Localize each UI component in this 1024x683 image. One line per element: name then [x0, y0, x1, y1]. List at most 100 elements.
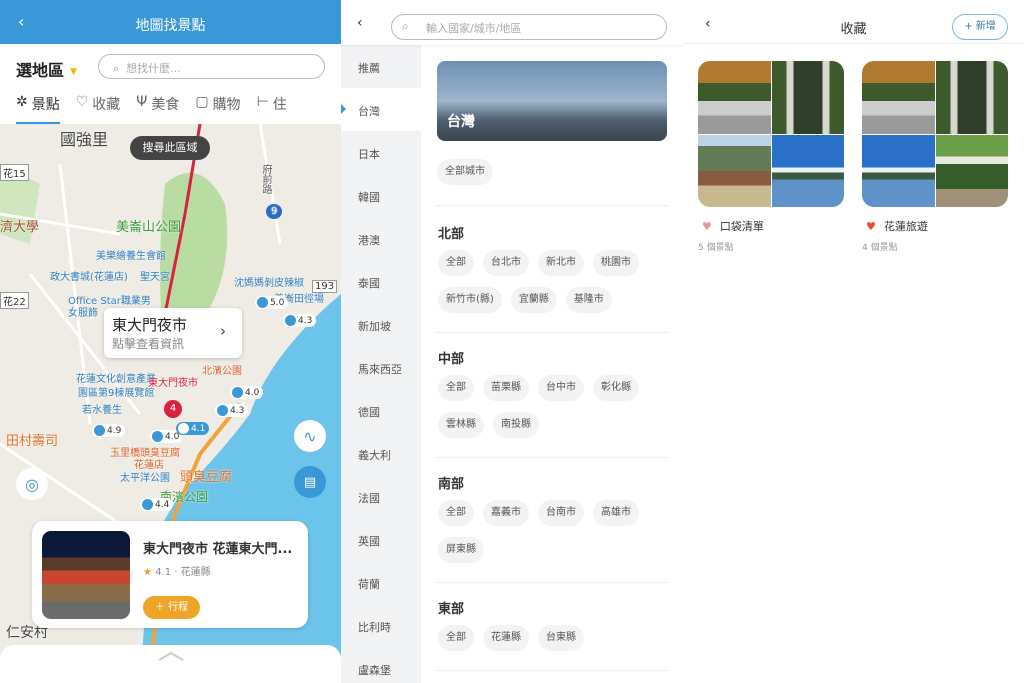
map-label: 政大書城(花蓮店) — [50, 272, 128, 283]
map-label: 北濱公園 — [202, 366, 242, 377]
sidebar-item-country[interactable]: 比利時 — [341, 604, 421, 647]
region-hero-image: 台灣 — [437, 61, 667, 141]
region-chip[interactable]: 全部 — [438, 625, 474, 651]
region-selector[interactable]: 選地區 ▼ — [16, 57, 77, 81]
region-chip[interactable]: 高雄市 — [593, 500, 639, 526]
region-screen: ‹ ⌕ 輸入國家/城市/地區 推薦 台灣 日本 韓國 港澳 泰國 新加坡 馬來西亞 德國 義大利 法國… — [341, 0, 683, 683]
region-chip[interactable]: 基隆市 — [565, 287, 612, 313]
bed-icon: ⊢ — [256, 94, 269, 110]
heart-icon: ♥ — [866, 219, 876, 233]
tab-food[interactable]: Ψ 美食 — [136, 94, 179, 124]
tab-attractions[interactable]: ✲ 景點 — [16, 94, 60, 124]
sidebar-item-country[interactable]: 推薦 — [341, 45, 421, 88]
region-chip[interactable]: 屏東縣 — [438, 537, 484, 563]
region-chip[interactable]: 南投縣 — [493, 412, 539, 438]
place-popup[interactable]: 東大門夜市 點擊查看資訊 › — [104, 308, 242, 358]
rating-marker[interactable]: 4.4 — [140, 498, 174, 511]
new-collection-button[interactable]: + 新增 — [952, 14, 1008, 40]
section-title: 北部 — [438, 227, 465, 242]
rating-marker[interactable]: 4.9 — [92, 424, 126, 437]
locate-icon[interactable]: ◎ — [16, 468, 48, 500]
region-chip[interactable]: 彰化縣 — [593, 375, 639, 401]
region-chip[interactable]: 苗栗縣 — [483, 375, 529, 401]
place-card[interactable]: 東大門夜市 花蓮東大門... ★ 4.1 · 花蓮縣 ＋ 行程 — [32, 521, 308, 628]
sidebar-item-country[interactable]: 德國 — [341, 389, 421, 432]
region-chip[interactable]: 全部 — [438, 250, 474, 276]
region-chip[interactable]: 新北市 — [538, 250, 584, 276]
map-label: 府前路 — [260, 164, 271, 194]
add-to-itinerary-button[interactable]: ＋ 行程 — [143, 596, 200, 619]
sidebar-item-country[interactable]: 馬來西亞 — [341, 346, 421, 389]
tab-lodging[interactable]: ⊢ 住 — [257, 94, 287, 124]
chevron-up-icon[interactable] — [158, 651, 184, 661]
chip-all-cities[interactable]: 全部城市 — [437, 159, 493, 185]
bottom-sheet[interactable] — [0, 645, 341, 683]
tab-shopping[interactable]: ▢ 購物 — [195, 94, 240, 124]
sidebar-item-country[interactable]: 法國 — [341, 475, 421, 518]
region-search-input[interactable]: ⌕ 輸入國家/城市/地區 — [391, 14, 667, 40]
region-chip[interactable]: 花蓮縣 — [483, 625, 529, 651]
region-header: ‹ ⌕ 輸入國家/城市/地區 — [341, 0, 683, 45]
rating-marker[interactable]: 5.0 — [255, 296, 289, 309]
sidebar-item-country[interactable]: 韓國 — [341, 174, 421, 217]
sidebar-item-country[interactable]: 荷蘭 — [341, 561, 421, 604]
cluster-marker[interactable]: 4 — [164, 400, 182, 418]
map-label: 太平洋公園 — [120, 473, 170, 484]
collection-card[interactable]: ♥ 口袋清單 5 個景點 — [698, 61, 844, 253]
region-chip[interactable]: 宜蘭縣 — [510, 287, 557, 313]
collection-name: 花蓮旅遊 — [883, 220, 928, 233]
page-title: 地圖找景點 — [135, 18, 206, 34]
heart-icon: ♥ — [702, 219, 712, 233]
collection-thumbnails — [698, 61, 844, 207]
road-sign: 花15 — [0, 164, 29, 181]
collection-count: 5 個景點 — [698, 243, 734, 253]
region-chip[interactable]: 全部 — [438, 500, 474, 526]
caret-down-icon: ▼ — [70, 66, 77, 77]
region-chip[interactable]: 台東縣 — [538, 625, 584, 651]
rating-marker-selected[interactable]: 4.1 — [176, 422, 210, 435]
rating-marker[interactable]: 4.3 — [215, 404, 249, 417]
heart-icon: ♡ — [75, 94, 89, 110]
region-chip[interactable]: 桃園市 — [593, 250, 639, 276]
sidebar-item-country[interactable]: 英國 — [341, 518, 421, 561]
road-sign: 193 — [312, 280, 338, 293]
app-header: ‹ 地圖找景點 — [0, 0, 341, 44]
region-chip[interactable]: 全部 — [438, 375, 474, 401]
region-chip[interactable]: 台北市 — [483, 250, 529, 276]
tab-favorites[interactable]: ♡ 收藏 — [76, 94, 121, 124]
map-view[interactable]: 國強里 府前路 美崙山公園 濟大學 美樂繪養生會館 政大書城(花蓮店) 聖天宮 … — [0, 124, 341, 683]
rating-marker[interactable]: 4.0 — [230, 386, 264, 399]
map-label: 國強里 — [60, 130, 109, 149]
star-icon: ★ — [143, 567, 152, 578]
region-chip[interactable]: 台中市 — [538, 375, 584, 401]
region-section: 東部 全部 花蓮縣 台東縣 — [437, 598, 667, 662]
section-title: 中部 — [438, 352, 465, 367]
sidebar-item-country[interactable]: 港澳 — [341, 217, 421, 260]
map-screen: 國強里 府前路 美崙山公園 濟大學 美樂繪養生會館 政大書城(花蓮店) 聖天宮 … — [0, 0, 341, 683]
route-icon[interactable]: ∿ — [294, 420, 326, 452]
sidebar-item-country[interactable]: 日本 — [341, 131, 421, 174]
region-chip[interactable]: 新竹市(縣) — [438, 287, 502, 313]
map-label: 田村壽司 — [6, 434, 59, 449]
sidebar-item-country[interactable]: 泰國 — [341, 260, 421, 303]
back-button[interactable]: ‹ — [357, 15, 363, 31]
favorites-header: ‹ 收藏 + 新增 — [683, 0, 1024, 44]
region-chip[interactable]: 嘉義市 — [483, 500, 529, 526]
popup-title: 東大門夜市 — [112, 316, 188, 334]
search-input[interactable]: ⌕ 想找什麼... — [98, 54, 325, 79]
rating-marker[interactable]: 4.3 — [283, 314, 317, 327]
sidebar-item-country[interactable]: 盧森堡 — [341, 647, 421, 683]
popup-subtitle: 點擊查看資訊 — [112, 337, 185, 351]
collection-card[interactable]: ♥ 花蓮旅遊 4 個景點 — [862, 61, 1008, 253]
region-section: 南部 全部 嘉義市 台南市 高雄市屏東縣 — [437, 473, 667, 574]
hero-title: 台灣 — [447, 114, 475, 130]
collection-thumbnails — [862, 61, 1008, 207]
region-chip[interactable]: 雲林縣 — [438, 412, 484, 438]
sidebar-item-country[interactable]: 台灣 — [341, 88, 421, 131]
place-photo — [42, 531, 130, 619]
itinerary-map-icon[interactable]: ▤ — [294, 466, 326, 498]
sidebar-item-country[interactable]: 新加坡 — [341, 303, 421, 346]
sidebar-item-country[interactable]: 義大利 — [341, 432, 421, 475]
region-chip[interactable]: 台南市 — [538, 500, 584, 526]
search-this-area-button[interactable]: 搜尋此區域 — [130, 136, 210, 160]
